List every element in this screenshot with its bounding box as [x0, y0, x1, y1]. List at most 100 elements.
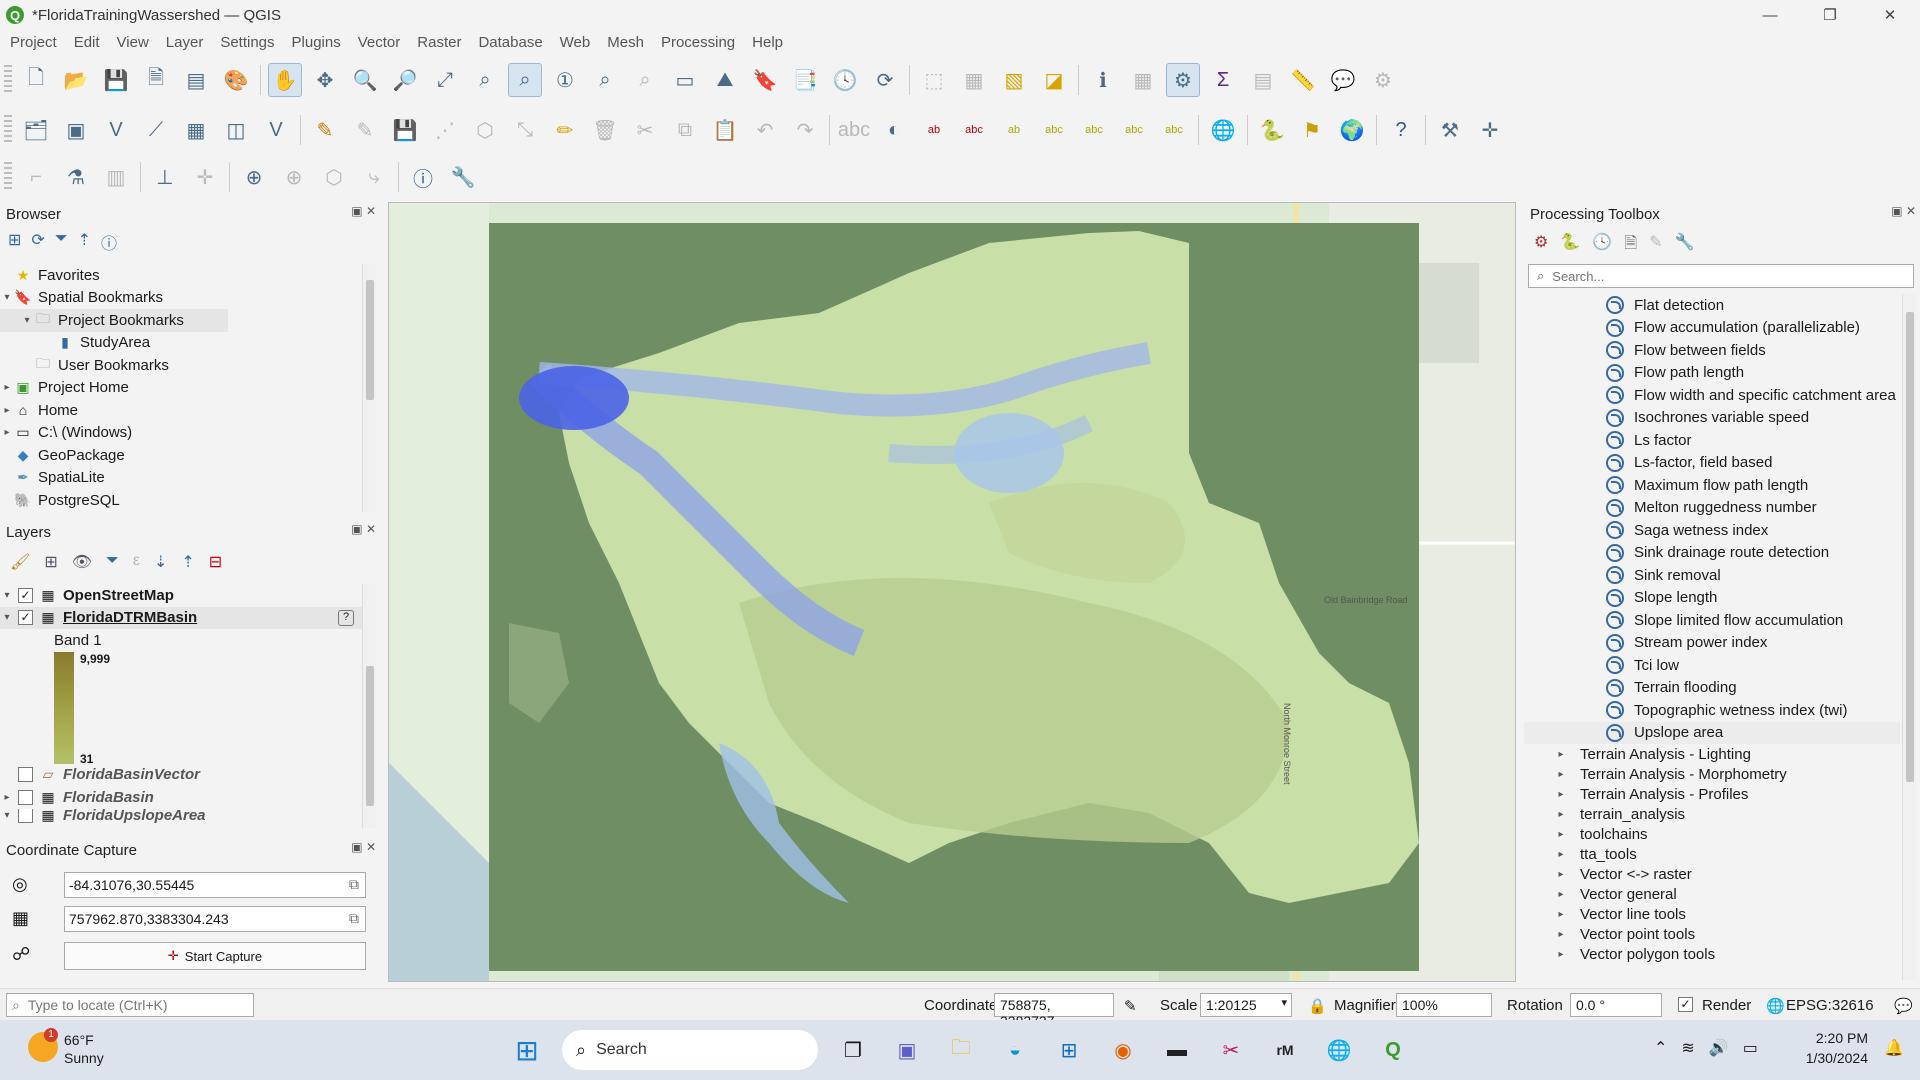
paste-features-icon[interactable]: 📋	[708, 113, 742, 147]
close-button[interactable]: ✕	[1860, 0, 1920, 30]
algorithm-item-selected[interactable]: Upslope area	[1524, 721, 1900, 744]
zoom-to-selection-icon[interactable]: ⌕	[468, 63, 502, 97]
open-project-icon[interactable]: 📂	[59, 63, 93, 97]
toolbox-group[interactable]: ▸ toolchains	[1524, 824, 1900, 844]
algorithm-item[interactable]: Ls-factor, field based	[1524, 452, 1900, 475]
browser-item-geopackage[interactable]: ◆ GeoPackage	[0, 444, 362, 467]
python-console-icon[interactable]: 🐍	[1255, 113, 1289, 147]
processing-toolbox-icon[interactable]: ⚙	[1166, 63, 1200, 97]
move-annotation-icon[interactable]: ✛	[188, 160, 222, 194]
digitize-icon[interactable]: ⋰	[428, 113, 462, 147]
algorithm-item[interactable]: Sink removal	[1524, 564, 1900, 587]
edit-features-in-place-icon[interactable]: ✎	[1649, 232, 1662, 259]
menu-view[interactable]: View	[110, 34, 156, 51]
layers-scrollbar[interactable]	[362, 584, 376, 828]
zoom-to-layer-icon[interactable]: ⌕	[508, 63, 542, 97]
filter-icon[interactable]: ⏷	[55, 230, 68, 254]
toolbox-group[interactable]: ▸ Vector <-> raster	[1524, 864, 1900, 884]
browser-item-project-bookmarks[interactable]: ▾ 🗀 Project Bookmarks	[0, 309, 228, 332]
capture-polygon-icon[interactable]: ⬡	[317, 160, 351, 194]
map-tips-icon[interactable]: 💬	[1326, 63, 1360, 97]
menu-processing[interactable]: Processing	[654, 34, 742, 51]
zoom-native-icon[interactable]: ①	[548, 63, 582, 97]
wgs84-crs-icon[interactable]: ◎	[12, 874, 28, 895]
algorithm-item[interactable]: Flow width and specific catchment area	[1524, 384, 1900, 407]
algorithm-item[interactable]: Slope limited flow accumulation	[1524, 609, 1900, 632]
layout-manager-icon[interactable]: ▤	[179, 63, 213, 97]
lock-scale-icon[interactable]: 🔒	[1308, 997, 1327, 1015]
remove-layer-icon[interactable]: ⊟	[209, 552, 222, 572]
georeferencer-icon[interactable]: 🌐	[1206, 113, 1240, 147]
save-project-icon[interactable]: 💾	[99, 63, 133, 97]
menu-project[interactable]: Project	[3, 34, 64, 51]
layer-labeling-icon[interactable]: ◐	[877, 113, 911, 147]
statistical-summary-icon[interactable]: Σ	[1206, 63, 1240, 97]
algorithm-item[interactable]: Maximum flow path length	[1524, 474, 1900, 497]
toolbox-scrollbar[interactable]	[1902, 294, 1916, 980]
algorithm-item[interactable]: Tci low	[1524, 654, 1900, 677]
new-map-view-icon[interactable]: ▭	[668, 63, 702, 97]
undo-icon[interactable]: ↶	[748, 113, 782, 147]
filter-expression-icon[interactable]: ε	[133, 552, 140, 572]
annotation-icon[interactable]: ⊥	[148, 160, 182, 194]
teams-icon[interactable]: ▣	[887, 1030, 927, 1070]
volume-icon[interactable]: 🔊	[1709, 1038, 1729, 1058]
layer-visibility-checkbox[interactable]: ✓	[18, 587, 33, 603]
taskbar-time[interactable]: 2:20 PM	[1800, 1030, 1868, 1046]
menu-layer[interactable]: Layer	[159, 34, 211, 51]
browser-item-windows-drive[interactable]: ▸ ▭ C:\ (Windows)	[0, 422, 362, 445]
trace-icon[interactable]: ⤷	[357, 160, 391, 194]
toolbar-handle[interactable]	[4, 162, 12, 192]
file-explorer-icon[interactable]: 🗀	[941, 1030, 981, 1070]
layer-visibility-checkbox[interactable]	[18, 767, 33, 783]
cut-features-icon[interactable]: ✂	[628, 113, 662, 147]
pin-labels-icon[interactable]: ab	[917, 113, 951, 147]
copy-icon[interactable]: ⧉	[349, 910, 359, 927]
taskbar-search-box[interactable]: ⌕ Search	[562, 1030, 818, 1070]
browser-item-favorites[interactable]: ★ Favorites	[0, 264, 362, 287]
windows-start-icon[interactable]: ⊞	[507, 1030, 547, 1070]
data-source-manager-icon[interactable]: 🗂	[19, 113, 53, 147]
history-icon[interactable]: 🕓	[1592, 232, 1612, 259]
toolbox-search-input[interactable]	[1552, 268, 1883, 284]
manage-themes-icon[interactable]: 👁	[72, 552, 92, 572]
weather-temperature[interactable]: 66°F	[64, 1032, 94, 1048]
measure-line-icon[interactable]: 📏	[1286, 63, 1320, 97]
algorithm-item[interactable]: Flow between fields	[1524, 339, 1900, 362]
algorithm-item[interactable]: Flat detection	[1524, 294, 1900, 317]
identify-features-icon[interactable]: ℹ	[1086, 63, 1120, 97]
menu-database[interactable]: Database	[471, 34, 549, 51]
filter-legend-icon[interactable]: ⏷	[106, 552, 119, 572]
qgis-app-icon[interactable]: Q	[1373, 1030, 1413, 1070]
menu-plugins[interactable]: Plugins	[285, 34, 348, 51]
copy-icon[interactable]: ⧉	[349, 876, 359, 893]
processing-history-icon[interactable]: ⚗	[59, 160, 93, 194]
taskbar-date[interactable]: 1/30/2024	[1784, 1050, 1868, 1066]
scale-combobox[interactable]: 1:20125 ▾	[1200, 993, 1292, 1017]
select-by-value-icon[interactable]: ▦	[957, 63, 991, 97]
toolbox-group[interactable]: ▸ Vector point tools	[1524, 924, 1900, 944]
new-bookmark-icon[interactable]: 🔖	[748, 63, 782, 97]
field-calculator-icon[interactable]: ▤	[1246, 63, 1280, 97]
render-checkbox[interactable]: ✓	[1678, 995, 1699, 1012]
layers-scrollbar-thumb[interactable]	[366, 666, 374, 806]
move-label-icon[interactable]: ab	[997, 113, 1031, 147]
menu-mesh[interactable]: Mesh	[600, 34, 651, 51]
add-wms-layer-icon[interactable]: V	[259, 113, 293, 147]
open-attribute-table-icon[interactable]: ▦	[1126, 63, 1160, 97]
magnifier-spinbox[interactable]: 100%	[1396, 993, 1492, 1017]
models-icon[interactable]: ⚙	[1534, 232, 1548, 259]
toolbox-search-field[interactable]: ⌕	[1528, 264, 1914, 288]
browser-scrollbar[interactable]	[362, 264, 376, 512]
toolbox-group[interactable]: ▸ Vector general	[1524, 884, 1900, 904]
add-selected-layers-icon[interactable]: ⊞	[8, 230, 21, 254]
toolbox-scrollbar-thumb[interactable]	[1906, 312, 1914, 782]
label-toolbar-icon[interactable]: abc	[837, 113, 871, 147]
layer-warning-icon[interactable]: ?	[338, 609, 354, 626]
panel-float-close-icon[interactable]: ▣ ✕	[351, 522, 376, 536]
toolbox-group[interactable]: ▸ Vector polygon tools	[1524, 944, 1900, 964]
digitizing-tool-icon[interactable]: ⌐	[19, 160, 53, 194]
coordinate-field[interactable]: 758875, 3383737	[994, 993, 1114, 1029]
rotate-label-icon[interactable]: abc	[1077, 113, 1111, 147]
capture-point-icon[interactable]: ⊕	[277, 160, 311, 194]
